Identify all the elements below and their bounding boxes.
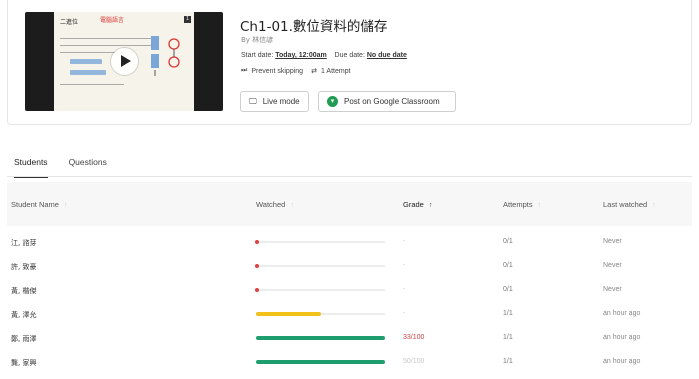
table-row[interactable]: 黃, 楷傑 - 0/1 Never bbox=[7, 278, 692, 302]
due-date-value[interactable]: No due date bbox=[367, 52, 407, 59]
student-name: 黃, 楷傑 bbox=[11, 287, 37, 295]
attempts-value: 1/1 bbox=[503, 358, 513, 365]
slide-text-line bbox=[60, 45, 154, 46]
slide-text-line bbox=[60, 38, 154, 39]
header-student-name[interactable]: Student Name ↑ bbox=[11, 200, 67, 209]
watched-progress-bar bbox=[255, 240, 385, 244]
header-grade-label: Grade bbox=[403, 200, 424, 209]
tab-students[interactable]: Students bbox=[14, 157, 48, 178]
last-watched-value: Never bbox=[603, 262, 622, 269]
start-date-label: Start date: bbox=[241, 52, 274, 59]
attempts-value: 0/1 bbox=[503, 286, 513, 293]
lesson-author: By 林信諺 bbox=[241, 36, 274, 44]
last-watched-value: an hour ago bbox=[603, 358, 641, 365]
post-google-classroom-button[interactable]: ▾ Post on Google Classroom bbox=[318, 91, 456, 112]
sort-arrow-icon: ↑ bbox=[290, 202, 294, 209]
sort-arrow-icon: ↑ bbox=[537, 202, 542, 209]
grade-value: - bbox=[403, 310, 406, 317]
table-row[interactable]: 江, 諮芽 - 0/1 Never bbox=[7, 230, 692, 254]
grade-value: - bbox=[403, 262, 406, 269]
watched-progress-dot bbox=[255, 288, 259, 292]
attempts-value: 1/1 bbox=[503, 310, 513, 317]
live-mode-button[interactable]: 🖵 Live mode bbox=[240, 91, 309, 112]
watched-progress-fill bbox=[256, 360, 385, 364]
slide-text-line bbox=[60, 84, 124, 85]
prevent-skipping-label: Prevent skipping bbox=[251, 67, 304, 75]
attempts-value: 1/1 bbox=[503, 334, 513, 341]
header-watched[interactable]: Watched ↑ bbox=[256, 200, 294, 209]
watched-progress-bar bbox=[256, 312, 385, 316]
play-icon[interactable] bbox=[111, 48, 138, 75]
watched-progress-bar bbox=[255, 264, 385, 268]
grade-value: 33/100 bbox=[403, 334, 425, 341]
header-last-watched-label: Last watched bbox=[603, 200, 648, 209]
attempts-value: 0/1 bbox=[503, 262, 513, 269]
post-classroom-label: Post on Google Classroom bbox=[344, 97, 440, 106]
lesson-settings: ⏭ Prevent skipping ⇄ 1 Attempt bbox=[241, 67, 351, 75]
tab-questions[interactable]: Questions bbox=[69, 157, 107, 178]
attempts-label: 1 Attempt bbox=[320, 67, 351, 75]
video-thumbnail[interactable]: 二進位 電腦語言 1 bbox=[25, 12, 223, 111]
lesson-card: 二進位 電腦語言 1 Ch1-01.數位資料的儲存 By 林信諺 Start d… bbox=[7, 0, 692, 125]
student-name: 鄭, 雨澤 bbox=[11, 335, 37, 343]
lesson-title: Ch1-01.數位資料的儲存 bbox=[240, 19, 388, 35]
last-watched-value: Never bbox=[603, 286, 622, 293]
header-attempts-label: Attempts bbox=[503, 200, 533, 209]
sort-arrow-icon: ↑ bbox=[652, 202, 656, 209]
watched-progress-bar bbox=[256, 336, 385, 340]
table-row[interactable]: 黃, 澤允 - 1/1 an hour ago bbox=[7, 302, 692, 326]
table-header bbox=[7, 182, 692, 226]
watched-progress-bar bbox=[256, 360, 385, 364]
header-watched-label: Watched bbox=[256, 200, 286, 209]
repeat-icon: ⇄ bbox=[311, 68, 317, 75]
circuit-figure-icon bbox=[151, 36, 180, 76]
last-watched-value: Never bbox=[603, 238, 622, 245]
due-date-label: Due date: bbox=[334, 52, 365, 59]
slide-highlight bbox=[70, 70, 106, 75]
skip-forward-icon: ⏭ bbox=[241, 67, 248, 74]
slide-handwriting: 電腦語言 bbox=[100, 17, 125, 24]
table-row[interactable]: 許, 致豪 - 0/1 Never bbox=[7, 254, 692, 278]
sort-arrow-icon: ↑ bbox=[63, 202, 68, 209]
grade-value: 50/100 bbox=[403, 358, 425, 365]
start-date-value[interactable]: Today, 12:00am bbox=[275, 52, 327, 59]
google-classroom-icon: ▾ bbox=[327, 96, 338, 107]
student-name: 黃, 澤允 bbox=[11, 311, 37, 319]
tab-divider bbox=[7, 176, 692, 177]
last-watched-value: an hour ago bbox=[603, 310, 641, 317]
header-student-name-label: Student Name bbox=[11, 200, 59, 209]
slide-number: 1 bbox=[184, 16, 191, 23]
slide-highlight bbox=[70, 59, 102, 64]
watched-progress-dot bbox=[255, 264, 259, 268]
slide-heading: 二進位 bbox=[60, 19, 79, 26]
tab-bar: Students Questions bbox=[14, 157, 107, 178]
watched-progress-fill bbox=[256, 312, 321, 316]
sort-arrow-active-icon: ↑ bbox=[428, 202, 433, 209]
monitor-icon: 🖵 bbox=[249, 96, 257, 106]
last-watched-value: an hour ago bbox=[603, 334, 641, 341]
watched-progress-fill bbox=[256, 336, 385, 340]
header-grade[interactable]: Grade ↑ bbox=[403, 200, 432, 209]
table-row[interactable]: 鄭, 雨澤 33/100 1/1 an hour ago bbox=[7, 326, 692, 350]
student-name: 龔, 家興 bbox=[11, 359, 37, 367]
watched-progress-dot bbox=[255, 240, 259, 244]
student-name: 江, 諮芽 bbox=[11, 239, 37, 247]
student-name: 許, 致豪 bbox=[11, 263, 37, 271]
header-last-watched[interactable]: Last watched ↑ bbox=[603, 200, 656, 209]
live-mode-label: Live mode bbox=[262, 97, 300, 106]
grade-value: - bbox=[403, 238, 406, 245]
table-row[interactable]: 龔, 家興 50/100 1/1 an hour ago bbox=[7, 350, 692, 374]
lesson-dates: Start date: Today, 12:00am Due date: No … bbox=[241, 52, 407, 59]
grade-value: - bbox=[403, 286, 406, 293]
watched-progress-bar bbox=[255, 288, 385, 292]
attempts-value: 0/1 bbox=[503, 238, 513, 245]
header-attempts[interactable]: Attempts ↑ bbox=[503, 200, 541, 209]
